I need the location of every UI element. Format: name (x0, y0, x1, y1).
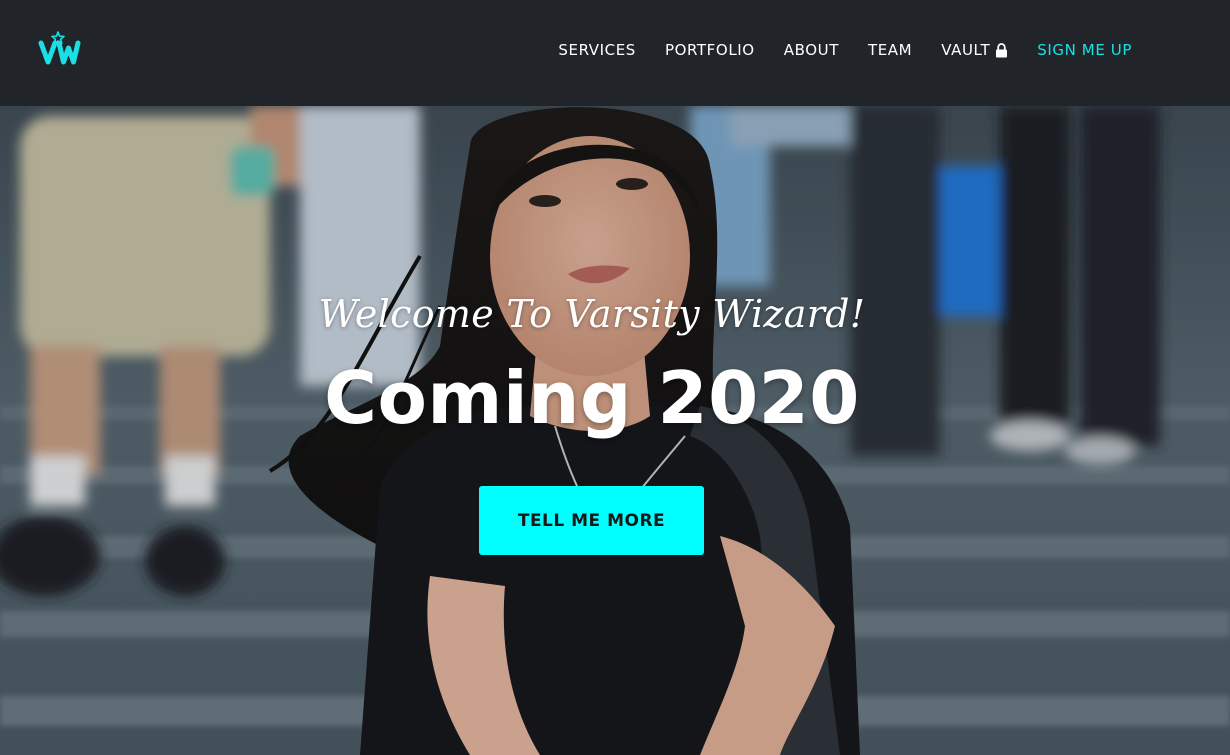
nav-link-label: SIGN ME UP (1037, 41, 1132, 59)
nav-link-about[interactable]: ABOUT (784, 41, 839, 59)
nav-link-label: ABOUT (783, 41, 839, 59)
vw-logo-icon (38, 31, 81, 65)
brand-logo[interactable] (38, 30, 90, 68)
nav-link-label: TEAM (867, 41, 913, 59)
top-navbar: SERVICES PORTFOLIO ABOUT TEAM VAULT SIGN… (0, 0, 1230, 106)
nav-link-label: SERVICES (558, 41, 636, 59)
nav-link-services[interactable]: SERVICES (558, 41, 636, 59)
lock-icon (996, 42, 1008, 57)
hero-subtitle: Welcome To Varsity Wizard! (318, 292, 866, 336)
nav-link-label: VAULT (941, 41, 991, 59)
nav-link-vault[interactable]: VAULT (941, 41, 1008, 59)
nav-link-team[interactable]: TEAM (868, 41, 912, 59)
hero-content: Welcome To Varsity Wizard! Coming 2020 T… (0, 106, 1230, 755)
nav-link-portfolio[interactable]: PORTFOLIO (665, 41, 755, 59)
hero-title: Coming 2020 (324, 356, 860, 440)
nav-link-label: PORTFOLIO (664, 41, 755, 59)
tell-me-more-button[interactable]: TELL ME MORE (479, 486, 704, 555)
hero-section: Welcome To Varsity Wizard! Coming 2020 T… (0, 106, 1230, 755)
nav-menu: SERVICES PORTFOLIO ABOUT TEAM VAULT SIGN… (558, 0, 1132, 100)
nav-link-sign-me-up[interactable]: SIGN ME UP (1037, 41, 1132, 59)
